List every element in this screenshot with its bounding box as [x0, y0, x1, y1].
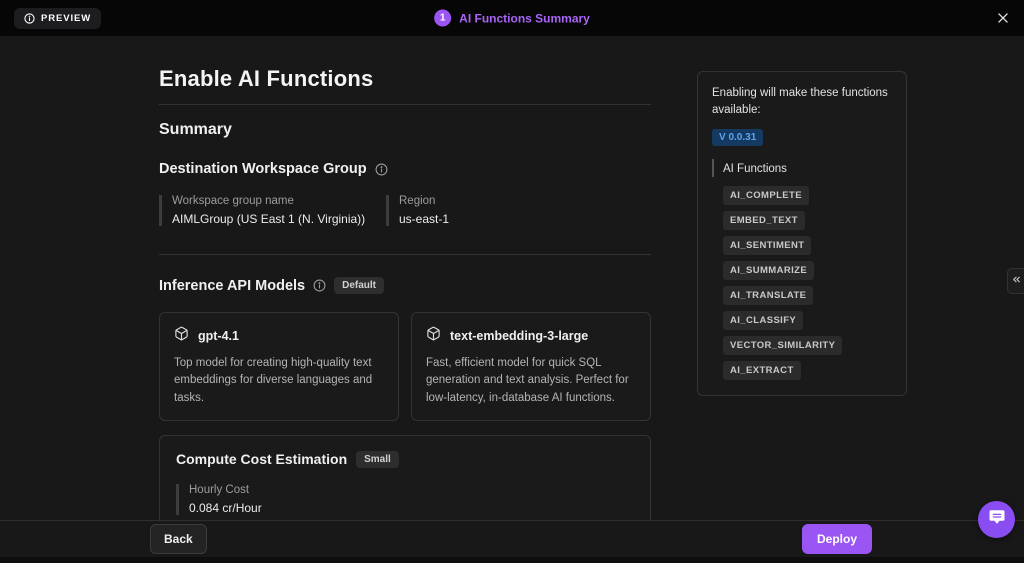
model-name: gpt-4.1: [198, 329, 239, 343]
info-icon: [24, 13, 35, 24]
cost-card-title: Compute Cost Estimation: [176, 451, 347, 467]
close-icon[interactable]: [996, 11, 1010, 25]
function-tag: AI_SUMMARIZE: [723, 261, 814, 280]
cost-card-header: Compute Cost Estimation Small: [176, 451, 634, 468]
model-cards: gpt-4.1 Top model for creating high-qual…: [159, 312, 651, 421]
field-value: us-east-1: [399, 212, 613, 226]
model-description: Fast, efficient model for quick SQL gene…: [426, 355, 636, 407]
preview-label: PREVIEW: [41, 13, 91, 24]
field-label: Region: [399, 195, 613, 207]
main-content: Enable AI Functions Summary Destination …: [159, 36, 651, 535]
step-label: AI Functions Summary: [459, 11, 590, 25]
footer-bar: Back Deploy: [0, 520, 1024, 557]
model-card-embedding: text-embedding-3-large Fast, efficient m…: [411, 312, 651, 421]
field-value: 0.084 cr/Hour: [189, 501, 634, 515]
workspace-section-heading: Destination Workspace Group: [159, 161, 367, 177]
region-field: Region us-east-1: [386, 195, 613, 226]
workspace-fields: Workspace group name AIMLGroup (US East …: [159, 195, 651, 226]
back-button[interactable]: Back: [150, 524, 207, 554]
model-name: text-embedding-3-large: [450, 329, 588, 343]
function-tag: AI_CLASSIFY: [723, 311, 803, 330]
side-panel-intro: Enabling will make these functions avail…: [712, 85, 892, 120]
bottom-strip: [0, 557, 1024, 563]
function-tag: EMBED_TEXT: [723, 211, 805, 230]
topbar: PREVIEW 1 AI Functions Summary: [0, 0, 1024, 36]
package-icon: [426, 326, 441, 346]
model-card-gpt: gpt-4.1 Top model for creating high-qual…: [159, 312, 399, 421]
summary-heading: Summary: [159, 121, 651, 139]
field-label: Hourly Cost: [189, 484, 634, 496]
info-icon[interactable]: [313, 279, 326, 292]
hourly-cost-field: Hourly Cost 0.084 cr/Hour: [176, 484, 634, 515]
preview-badge: PREVIEW: [14, 8, 101, 29]
workspace-section-heading-row: Destination Workspace Group: [159, 161, 651, 177]
info-icon[interactable]: [375, 163, 388, 176]
default-badge: Default: [334, 277, 384, 294]
workspace-group-name-field: Workspace group name AIMLGroup (US East …: [159, 195, 386, 226]
version-badge: V 0.0.31: [712, 129, 763, 146]
collapse-panel-button[interactable]: [1007, 268, 1024, 294]
function-tag: AI_COMPLETE: [723, 186, 809, 205]
field-label: Workspace group name: [172, 195, 386, 207]
chat-launcher-button[interactable]: [978, 501, 1015, 538]
package-icon: [174, 326, 189, 346]
models-section-heading: Inference API Models: [159, 278, 305, 294]
page-title: Enable AI Functions: [159, 66, 651, 92]
chat-bubble-icon: [988, 508, 1006, 531]
model-card-header: text-embedding-3-large: [426, 326, 636, 346]
divider: [159, 254, 651, 255]
functions-group-label-row: AI Functions: [712, 159, 892, 177]
step-number-badge: 1: [434, 10, 451, 27]
function-tag: AI_TRANSLATE: [723, 286, 813, 305]
function-tag: VECTOR_SIMILARITY: [723, 336, 842, 355]
size-badge: Small: [356, 451, 399, 468]
model-card-header: gpt-4.1: [174, 326, 384, 346]
double-chevron-left-icon: [1011, 272, 1022, 290]
function-tag: AI_SENTIMENT: [723, 236, 811, 255]
function-tag: AI_EXTRACT: [723, 361, 801, 380]
divider: [159, 104, 651, 105]
models-section-heading-row: Inference API Models Default: [159, 277, 651, 294]
function-tag-list: AI_COMPLETE EMBED_TEXT AI_SENTIMENT AI_S…: [712, 186, 892, 380]
model-description: Top model for creating high-quality text…: [174, 355, 384, 407]
step-indicator: 1 AI Functions Summary: [434, 10, 590, 27]
field-value: AIMLGroup (US East 1 (N. Virginia)): [172, 212, 386, 226]
functions-group-label: AI Functions: [723, 163, 787, 175]
deploy-button[interactable]: Deploy: [802, 524, 872, 554]
functions-side-panel: Enabling will make these functions avail…: [697, 71, 907, 396]
